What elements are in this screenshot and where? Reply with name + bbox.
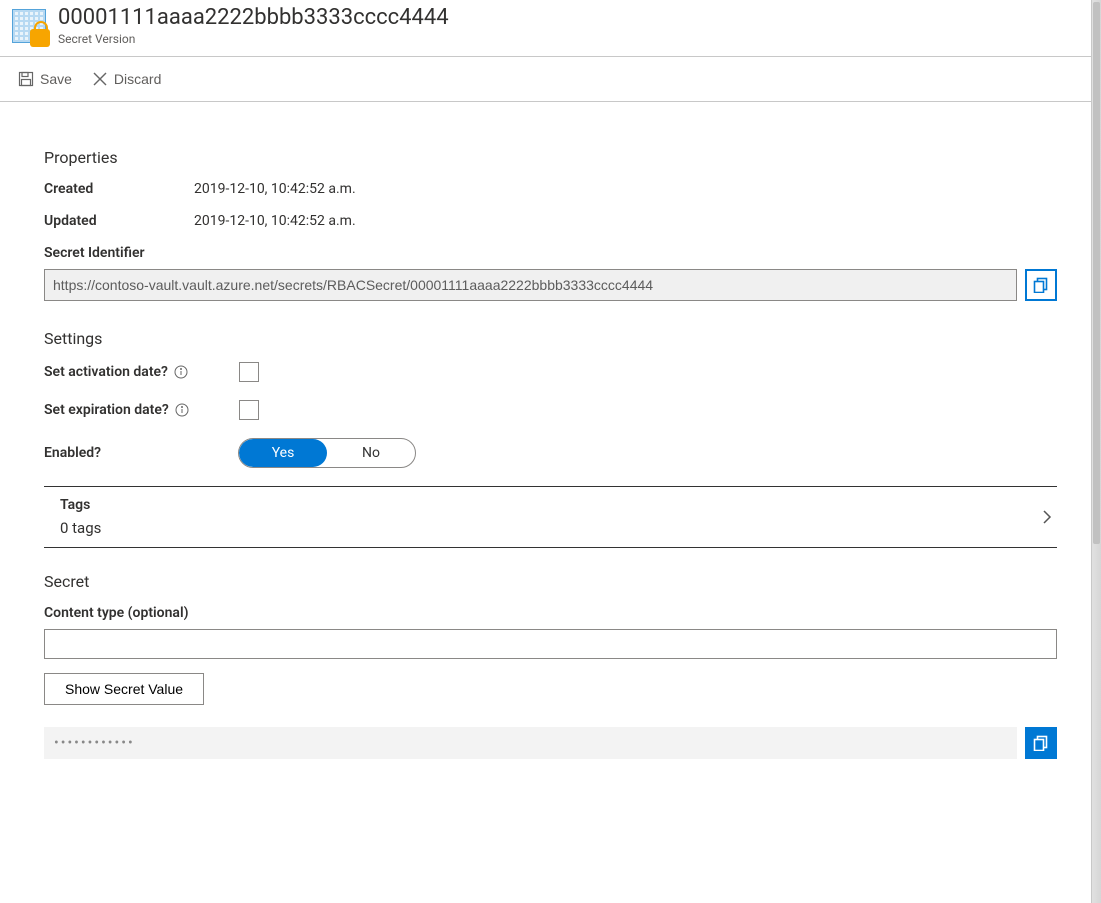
page-header: 00001111aaaa2222bbbb3333cccc4444 Secret … <box>0 0 1101 56</box>
close-icon <box>92 71 108 87</box>
expiration-date-row: Set expiration date? <box>44 400 1057 420</box>
save-label: Save <box>40 71 72 87</box>
page-subtitle: Secret Version <box>58 32 449 46</box>
page-title: 00001111aaaa2222bbbb3333cccc4444 <box>58 6 449 30</box>
show-secret-value-button[interactable]: Show Secret Value <box>44 673 204 705</box>
vertical-scrollbar[interactable] <box>1091 0 1101 903</box>
copy-icon <box>1033 277 1049 293</box>
expiration-date-label: Set expiration date? <box>44 402 169 418</box>
tags-count: 0 tags <box>60 519 101 537</box>
secret-identifier-label: Secret Identifier <box>44 245 1057 261</box>
activation-date-checkbox[interactable] <box>239 362 259 382</box>
discard-label: Discard <box>114 71 161 87</box>
discard-button[interactable]: Discard <box>86 67 167 91</box>
secret-value-masked[interactable]: •••••••••••• <box>44 727 1017 759</box>
save-button[interactable]: Save <box>12 67 78 91</box>
secret-identifier-row <box>44 269 1057 301</box>
tags-title: Tags <box>60 497 101 513</box>
content-type-input[interactable] <box>44 629 1057 659</box>
save-icon <box>18 71 34 87</box>
copy-identifier-button[interactable] <box>1025 269 1057 301</box>
expiration-date-checkbox[interactable] <box>239 400 259 420</box>
properties-heading: Properties <box>44 148 1057 167</box>
created-label: Created <box>44 181 174 197</box>
enabled-toggle[interactable]: Yes No <box>238 438 416 468</box>
enabled-yes[interactable]: Yes <box>239 439 327 467</box>
lock-icon <box>30 29 50 47</box>
secret-identifier-input[interactable] <box>44 269 1017 301</box>
content-type-label: Content type (optional) <box>44 605 1057 621</box>
enabled-row: Enabled? Yes No <box>44 438 1057 468</box>
updated-label: Updated <box>44 213 174 229</box>
activation-date-row: Set activation date? <box>44 362 1057 382</box>
updated-value: 2019-12-10, 10:42:52 a.m. <box>194 213 356 229</box>
chevron-right-icon <box>1037 507 1057 527</box>
key-vault-secret-icon <box>12 9 46 43</box>
copy-secret-value-button[interactable] <box>1025 727 1057 759</box>
enabled-no[interactable]: No <box>327 439 415 467</box>
copy-icon <box>1033 735 1049 751</box>
created-value: 2019-12-10, 10:42:52 a.m. <box>194 181 356 197</box>
secret-value-row: •••••••••••• <box>44 727 1057 759</box>
secret-heading: Secret <box>44 572 1057 591</box>
command-bar: Save Discard <box>0 56 1101 102</box>
settings-heading: Settings <box>44 329 1057 348</box>
activation-date-label: Set activation date? <box>44 364 168 380</box>
main-content: Properties Created 2019-12-10, 10:42:52 … <box>0 102 1101 799</box>
info-icon[interactable] <box>174 365 188 379</box>
updated-row: Updated 2019-12-10, 10:42:52 a.m. <box>44 213 1057 229</box>
info-icon[interactable] <box>175 403 189 417</box>
enabled-label: Enabled? <box>44 445 101 461</box>
tags-row[interactable]: Tags 0 tags <box>44 486 1057 548</box>
created-row: Created 2019-12-10, 10:42:52 a.m. <box>44 181 1057 197</box>
